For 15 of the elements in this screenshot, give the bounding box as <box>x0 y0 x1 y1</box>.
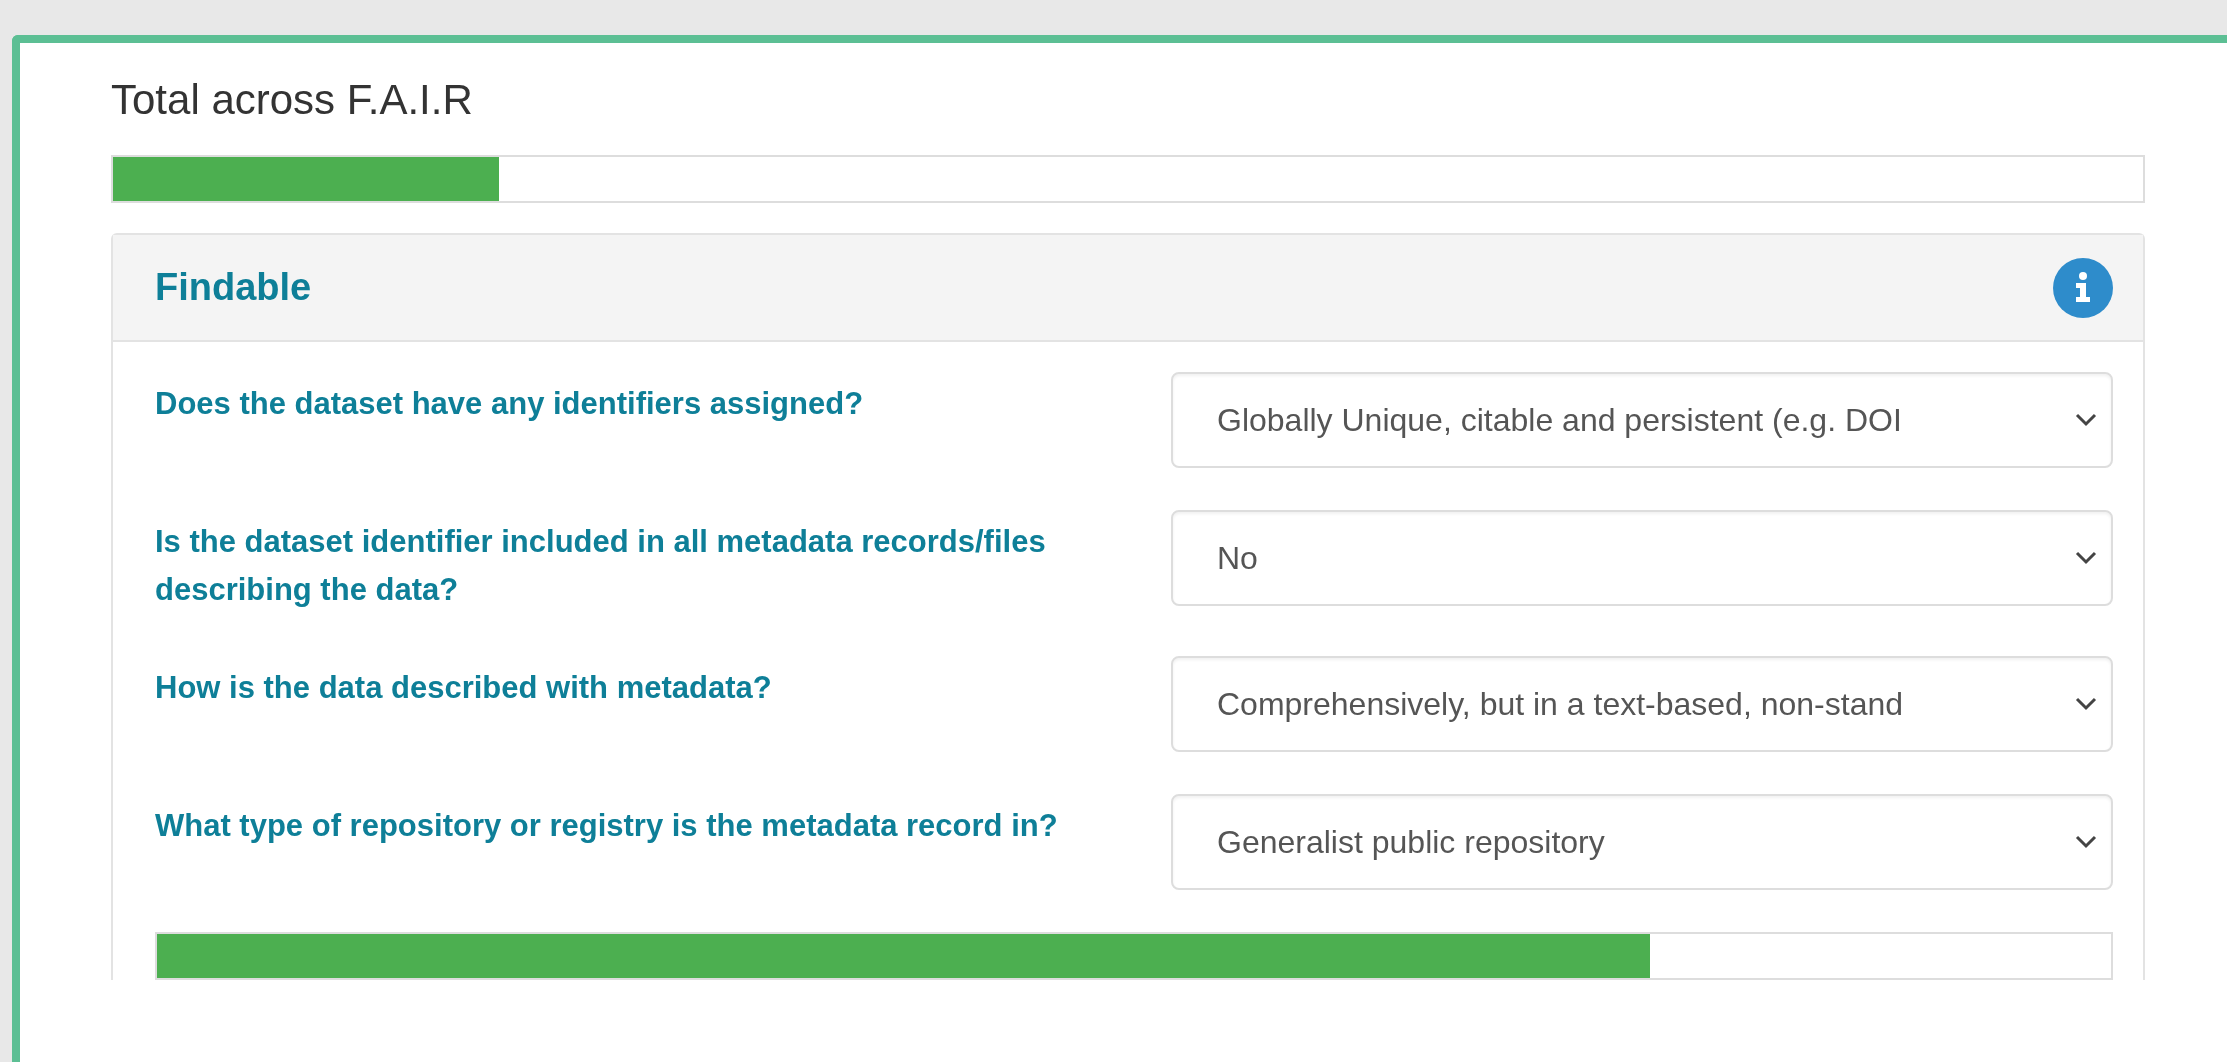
question-label: How is the data described with metadata? <box>155 669 773 708</box>
page-heading: Total across F.A.I.R <box>111 75 474 125</box>
question-label: Is the dataset identifier included in all metadata records/files describing the data? <box>155 523 1047 610</box>
answer-dropdown[interactable]: Comprehensively, but in a text-based, non-stand <box>1171 656 2113 753</box>
info-icon[interactable] <box>2053 257 2113 318</box>
section-title: Findable <box>155 265 312 311</box>
question-label: What type of repository or registry is the metadata record in? <box>155 807 1059 846</box>
chevron-down-icon <box>2075 835 2097 850</box>
question-label: Does the dataset have any identifiers assigned? <box>155 385 865 424</box>
chevron-down-icon <box>2075 551 2097 566</box>
answer-dropdown[interactable]: Globally Unique, citable and persistent (e.g. DOI <box>1171 372 2113 469</box>
chevron-down-icon <box>2075 413 2097 428</box>
answer-dropdown[interactable]: No <box>1171 510 2113 607</box>
chevron-down-icon <box>2075 697 2097 712</box>
answer-dropdown[interactable]: Generalist public repository <box>1171 794 2113 891</box>
